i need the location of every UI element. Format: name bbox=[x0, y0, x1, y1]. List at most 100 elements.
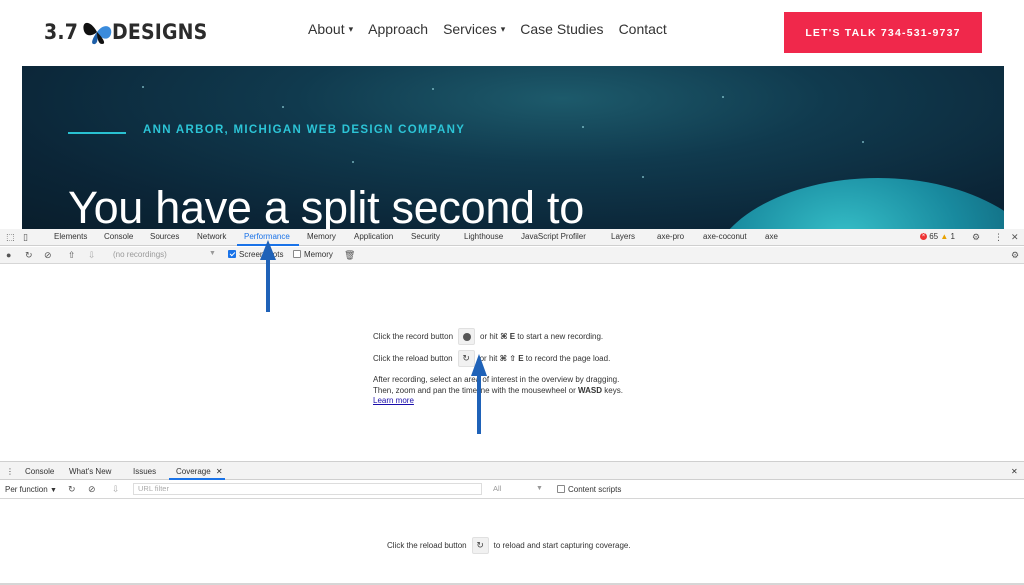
download-icon[interactable]: ⇩ bbox=[112, 484, 120, 495]
device-toolbar-icon[interactable]: ▯ bbox=[23, 232, 28, 243]
reload-instruction-tail: to record the page load. bbox=[525, 354, 611, 363]
reload-instruction: Click the reload button ↻ or hit ⌘ ⇧ E t… bbox=[373, 350, 610, 367]
planet-graphic bbox=[708, 178, 1004, 229]
checkbox-icon bbox=[557, 485, 565, 493]
nav-case-studies[interactable]: Case Studies bbox=[520, 21, 603, 37]
logo-text-right: DESIGNS bbox=[111, 20, 208, 44]
memory-label: Memory bbox=[304, 250, 333, 259]
upload-icon[interactable]: ⇧ bbox=[68, 250, 76, 261]
trash-icon[interactable]: 🗑 bbox=[344, 250, 355, 261]
tab-application[interactable]: Application bbox=[354, 232, 393, 241]
per-function-select[interactable]: Per function ▼ bbox=[5, 485, 57, 494]
recordings-select[interactable]: (no recordings) bbox=[113, 250, 167, 259]
chevron-down-icon: ▼ bbox=[536, 485, 543, 492]
nav-approach[interactable]: Approach bbox=[368, 21, 428, 37]
nav-services-label: Services bbox=[443, 21, 497, 37]
tab-network[interactable]: Network bbox=[197, 232, 226, 241]
site-header: 3.7 DESIGNS About ▾ Approach Services ▾ … bbox=[0, 0, 1024, 66]
tab-console[interactable]: Console bbox=[104, 232, 133, 241]
memory-checkbox[interactable]: Memory bbox=[293, 250, 333, 259]
chevron-down-icon: ▾ bbox=[500, 23, 506, 34]
nav-approach-label: Approach bbox=[368, 21, 429, 37]
record-instruction-or: or hit bbox=[480, 332, 498, 341]
drawer-tab-coverage[interactable]: Coverage ✕ bbox=[176, 467, 223, 476]
tagline-rule bbox=[68, 132, 126, 134]
error-count: 65 bbox=[929, 232, 939, 241]
close-icon[interactable]: ✕ bbox=[1011, 232, 1019, 243]
annotation-arrow-reload bbox=[471, 354, 487, 434]
coverage-instruction: Click the reload button ↻ to reload and … bbox=[387, 537, 631, 554]
nav-services[interactable]: Services ▾ bbox=[443, 21, 505, 37]
tab-axe-coconut[interactable]: axe-coconut bbox=[703, 232, 747, 241]
reload-instruction-text: Click the reload button bbox=[373, 354, 453, 363]
nav-contact-label: Contact bbox=[618, 21, 667, 37]
tab-layers[interactable]: Layers bbox=[611, 232, 635, 241]
record-instruction-tail: to start a new recording. bbox=[517, 332, 604, 341]
drawer-tab-console[interactable]: Console bbox=[25, 467, 54, 476]
per-function-label: Per function bbox=[5, 485, 48, 494]
wasd-keys: WASD bbox=[578, 385, 603, 395]
tab-axe-pro[interactable]: axe-pro bbox=[657, 232, 684, 241]
checkbox-icon bbox=[293, 250, 301, 258]
more-options-icon[interactable]: ⋮ bbox=[994, 232, 1003, 243]
hero-tagline: ANN ARBOR, MICHIGAN WEB DESIGN COMPANY bbox=[143, 124, 466, 136]
download-icon[interactable]: ⇩ bbox=[88, 250, 96, 261]
tab-elements[interactable]: Elements bbox=[54, 232, 87, 241]
coverage-toolbar: Per function ▼ ↻ ⊘ ⇩ URL filter All ▼ Co… bbox=[0, 480, 1024, 499]
record-icon bbox=[462, 332, 471, 341]
butterfly-icon bbox=[83, 22, 112, 45]
reload-icon[interactable]: ↻ bbox=[68, 484, 76, 495]
record-button[interactable] bbox=[458, 328, 476, 345]
nav-about[interactable]: About ▾ bbox=[308, 21, 353, 37]
url-filter-input[interactable]: URL filter bbox=[133, 483, 482, 495]
content-scripts-checkbox[interactable]: Content scripts bbox=[557, 485, 621, 494]
coverage-panel: Click the reload button ↻ to reload and … bbox=[0, 499, 1024, 583]
hero-banner: ANN ARBOR, MICHIGAN WEB DESIGN COMPANY Y… bbox=[22, 66, 1004, 229]
gear-icon[interactable]: ⚙ bbox=[972, 232, 980, 243]
coverage-instruction-text: Click the reload button bbox=[387, 541, 467, 550]
logo-text-left: 3.7 bbox=[44, 20, 79, 44]
performance-toolbar: ● ↻ ⊘ ⇧ ⇩ (no recordings) ▼ Screenshots … bbox=[0, 247, 1024, 264]
reload-shortcut: ⌘ ⇧ E bbox=[499, 354, 524, 363]
clear-icon[interactable]: ⊘ bbox=[88, 484, 96, 495]
record-icon[interactable]: ● bbox=[6, 250, 11, 260]
gear-icon[interactable]: ⚙ bbox=[1011, 250, 1019, 261]
record-instruction-text: Click the record button bbox=[373, 332, 454, 341]
tab-sources[interactable]: Sources bbox=[150, 232, 179, 241]
reload-icon[interactable]: ↻ bbox=[25, 250, 33, 261]
content-scripts-label: Content scripts bbox=[568, 485, 622, 494]
hero-headline: You have a split second to bbox=[68, 182, 584, 229]
warning-icon: ▲ bbox=[940, 232, 949, 241]
tab-lighthouse[interactable]: Lighthouse bbox=[464, 232, 503, 241]
tab-javascript-profiler[interactable]: JavaScript Profiler bbox=[521, 232, 586, 241]
help-line-2: Then, zoom and pan the timeline with the… bbox=[373, 386, 673, 397]
record-instruction: Click the record button or hit ⌘ E to st… bbox=[373, 328, 603, 345]
tab-axe[interactable]: axe bbox=[765, 232, 778, 241]
recording-help-text: After recording, select an area of inter… bbox=[373, 375, 673, 407]
drawer-menu-icon[interactable]: ⋮ bbox=[6, 467, 14, 476]
close-icon[interactable]: ✕ bbox=[216, 467, 223, 476]
clear-icon[interactable]: ⊘ bbox=[44, 250, 52, 261]
drawer-tab-whats-new[interactable]: What's New bbox=[69, 467, 111, 476]
performance-panel: Click the record button or hit ⌘ E to st… bbox=[0, 264, 1024, 461]
learn-more-link[interactable]: Learn more bbox=[373, 396, 414, 405]
error-icon: × bbox=[920, 233, 927, 241]
drawer-tab-issues[interactable]: Issues bbox=[133, 467, 156, 476]
type-filter-label: All bbox=[493, 484, 502, 493]
site-logo[interactable]: 3.7 DESIGNS bbox=[44, 14, 218, 50]
coverage-reload-button[interactable]: ↻ bbox=[471, 537, 489, 554]
type-filter-select[interactable]: All ▼ bbox=[488, 483, 550, 495]
drawer-tab-bar: ⋮ Console What's New Issues Coverage ✕ ✕ bbox=[0, 461, 1024, 480]
tab-security[interactable]: Security bbox=[411, 232, 440, 241]
tab-memory[interactable]: Memory bbox=[307, 232, 336, 241]
error-counter[interactable]: × 65 ▲ 1 bbox=[920, 232, 955, 241]
drawer-tab-coverage-label: Coverage bbox=[176, 467, 211, 476]
main-nav: About ▾ Approach Services ▾ Case Studies… bbox=[308, 21, 667, 37]
devtools-tab-bar: ⬚ ▯ Elements Console Sources Network Per… bbox=[0, 229, 1024, 246]
nav-contact[interactable]: Contact bbox=[619, 21, 667, 37]
inspect-element-icon[interactable]: ⬚ bbox=[6, 232, 15, 243]
coverage-instruction-tail: to reload and start capturing coverage. bbox=[493, 541, 631, 550]
close-icon[interactable]: ✕ bbox=[1011, 467, 1018, 476]
record-shortcut: ⌘ E bbox=[500, 332, 516, 341]
lets-talk-button[interactable]: LET'S TALK 734-531-9737 bbox=[784, 12, 982, 53]
